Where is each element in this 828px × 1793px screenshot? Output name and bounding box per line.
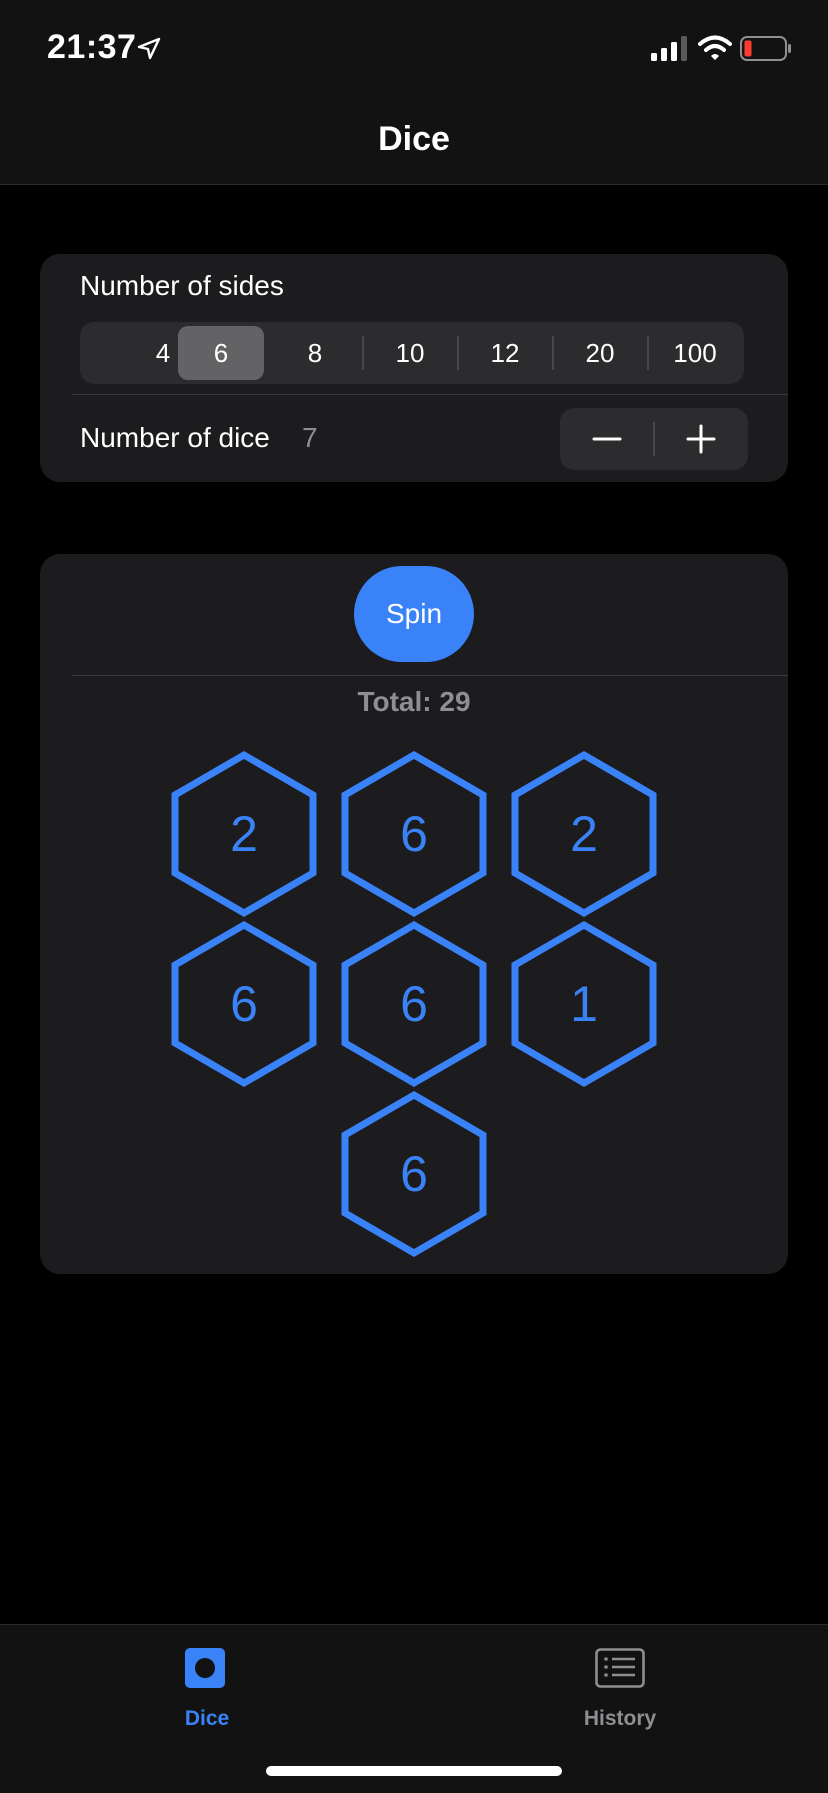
segment-divider: [362, 336, 364, 370]
die-value: 2: [230, 806, 258, 862]
navigation-bar: Dice: [0, 92, 828, 185]
battery-low-icon: [740, 36, 791, 61]
die: 2: [169, 749, 319, 919]
row-divider: [72, 394, 788, 395]
cellular-signal-icon: [651, 36, 687, 61]
segment-divider: [647, 336, 649, 370]
tab-history-label: History: [583, 1707, 657, 1730]
segment-sides-6[interactable]: 6: [178, 326, 264, 380]
die-value: 1: [570, 976, 598, 1032]
die: 6: [339, 749, 489, 919]
segment-sides-12[interactable]: 12: [462, 326, 548, 380]
minus-icon: [592, 437, 622, 441]
dice-count-stepper: [560, 408, 748, 470]
die-value: 6: [400, 806, 428, 862]
increment-button[interactable]: [654, 408, 748, 470]
segment-sides-8[interactable]: 8: [272, 326, 358, 380]
segment-sides-100[interactable]: 100: [652, 326, 738, 380]
sides-segmented-control: 4 6 8 10 12 20 100: [80, 322, 744, 384]
tab-history[interactable]: History: [520, 1645, 720, 1745]
die-value: 6: [400, 976, 428, 1032]
segment-sides-20[interactable]: 20: [557, 326, 643, 380]
page-title: Dice: [378, 120, 450, 158]
die: 2: [509, 749, 659, 919]
dice-count-value: 7: [302, 422, 318, 453]
die-value: 6: [400, 1146, 428, 1202]
total-label: Total: 29: [357, 686, 471, 717]
die-icon: [185, 1648, 225, 1688]
results-card: Spin Total: 29 2 6 2 6 6 1 6: [40, 554, 788, 1274]
dice-count-label: Number of dice: [80, 422, 270, 453]
results-divider: [72, 675, 788, 676]
die: 1: [509, 919, 659, 1089]
die: 6: [339, 1089, 489, 1259]
home-indicator: [266, 1766, 562, 1776]
settings-card: Number of sides 4 6 8 10 12 20 100 Numbe…: [40, 254, 788, 482]
die-value: 6: [230, 976, 258, 1032]
decrement-button[interactable]: [560, 408, 654, 470]
segment-divider: [552, 336, 554, 370]
die-value: 2: [570, 806, 598, 862]
tab-dice[interactable]: Dice: [107, 1645, 307, 1745]
segment-sides-10[interactable]: 10: [367, 326, 453, 380]
die: 6: [339, 919, 489, 1089]
status-time: 21:37: [47, 28, 137, 66]
segment-divider: [457, 336, 459, 370]
sides-label: Number of sides: [80, 270, 284, 301]
location-arrow-icon: [137, 37, 161, 60]
tab-dice-label: Dice: [184, 1707, 230, 1730]
die: 6: [169, 919, 319, 1089]
wifi-icon: [698, 35, 732, 60]
plus-icon: [686, 424, 716, 454]
history-list-icon: [595, 1648, 645, 1688]
status-bar: 21:37: [0, 0, 828, 92]
spin-button[interactable]: Spin: [354, 566, 474, 662]
